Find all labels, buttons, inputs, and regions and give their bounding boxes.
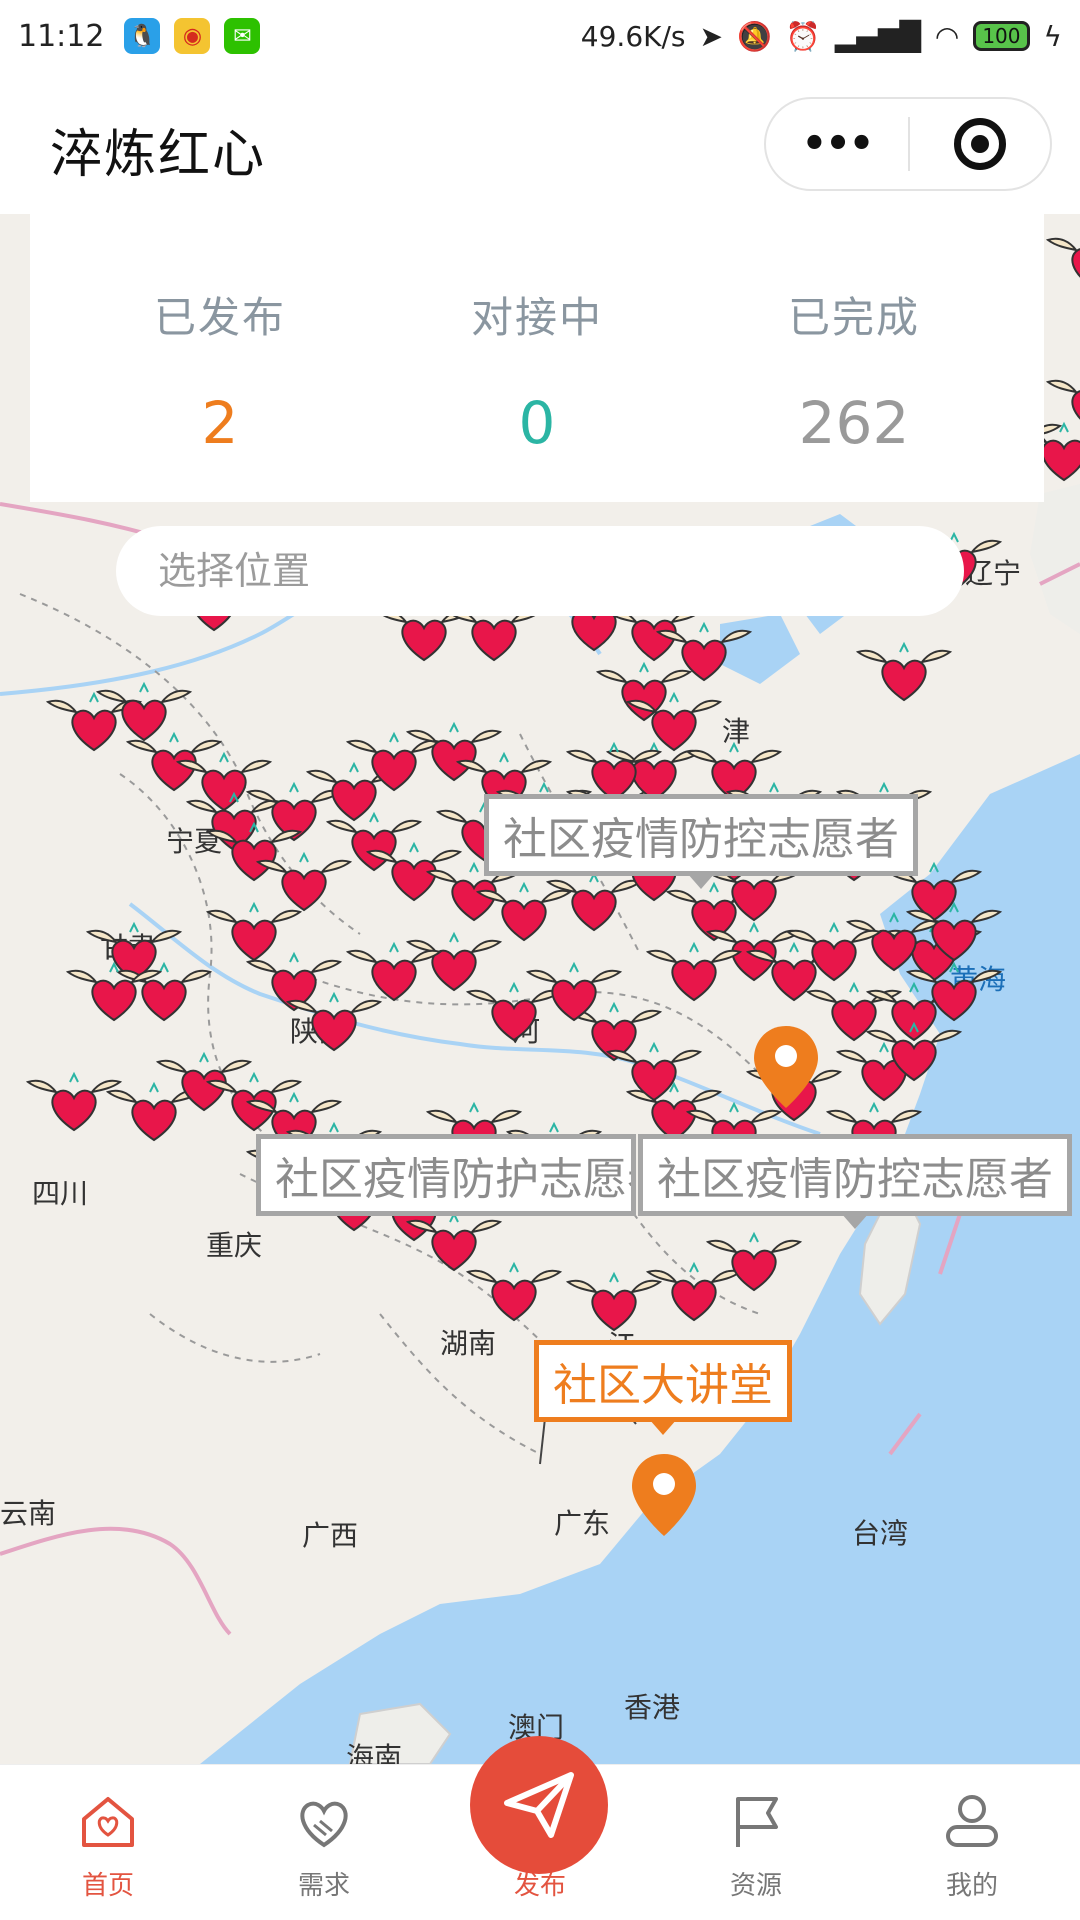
miniprogram-capsule: ••• (764, 97, 1052, 191)
flag-icon (736, 1797, 778, 1847)
status-time: 11:12 (18, 18, 105, 54)
tab-label: 资源 (729, 1871, 782, 1901)
map-callout-selected[interactable]: 社区大讲堂 (534, 1340, 792, 1435)
stat-value: 2 (201, 389, 239, 457)
winged-heart-icon[interactable] (860, 1014, 968, 1084)
stat-label: 已发布 (153, 293, 286, 342)
map-callout[interactable]: 社区疫情防控志愿者 (638, 1134, 1072, 1229)
status-bar: 11:12 🐧 ◉ ✉ 49.6K/s ➤ 🔕 ⏰ ▂▄▆█ ◠ 100 ϟ (0, 0, 1080, 72)
stat-matching[interactable]: 对接中 0 (377, 284, 697, 457)
charging-icon: ϟ (1043, 19, 1062, 53)
battery-icon: 100 (973, 21, 1030, 51)
network-speed: 49.6K/s (580, 19, 686, 53)
wifi-icon: ◠ (934, 19, 960, 53)
winged-heart-icon[interactable] (620, 684, 728, 754)
place-label: 香港 (624, 1691, 681, 1724)
map-callout[interactable]: 社区疫情防护志愿者 (256, 1134, 636, 1216)
qq-icon: 🐧 (124, 18, 161, 54)
tab-needs[interactable]: 需求 (216, 1765, 432, 1920)
tab-home[interactable]: 首页 (0, 1765, 216, 1920)
place-label: 湖南 (440, 1327, 497, 1360)
location-pin-icon[interactable] (628, 1450, 700, 1540)
stat-value: 262 (798, 389, 910, 457)
location-search[interactable] (116, 526, 964, 616)
stat-published[interactable]: 已发布 2 (60, 284, 380, 457)
place-label: 台湾 (852, 1517, 909, 1550)
winged-heart-icon[interactable] (850, 634, 958, 704)
map-callout[interactable]: 社区疫情防控志愿者 (484, 794, 918, 889)
publish-button[interactable] (470, 1736, 608, 1874)
weibo-icon: ◉ (174, 18, 211, 54)
stats-card: 已发布 2 对接中 0 已完成 262 (30, 214, 1044, 502)
close-button[interactable] (910, 118, 1050, 170)
place-label: 广西 (302, 1519, 359, 1552)
winged-heart-icon[interactable] (60, 954, 168, 1024)
stat-value: 0 (518, 389, 556, 457)
winged-heart-icon[interactable] (340, 934, 448, 1004)
title-bar: 淬炼红心 ••• (0, 72, 1080, 214)
location-pin-icon[interactable] (750, 1022, 822, 1112)
status-right: 49.6K/s ➤ 🔕 ⏰ ▂▄▆█ ◠ 100 ϟ (581, 20, 1062, 53)
tab-mine[interactable]: 我的 (864, 1765, 1080, 1920)
winged-heart-icon[interactable] (460, 1254, 568, 1324)
winged-heart-icon[interactable] (600, 1034, 708, 1104)
location-icon: ➤ (699, 19, 723, 53)
paper-plane-icon (504, 1772, 574, 1838)
close-target-icon (953, 118, 1006, 170)
winged-heart-icon[interactable] (1040, 222, 1080, 292)
page-title: 淬炼红心 (50, 125, 267, 185)
winged-heart-icon[interactable] (700, 1224, 808, 1294)
tab-label: 需求 (297, 1871, 350, 1901)
stat-label: 已完成 (787, 293, 920, 342)
tab-label: 首页 (81, 1871, 134, 1901)
home-heart-icon (82, 1797, 134, 1847)
place-label: 海南 (346, 1741, 403, 1764)
place-label: 广东 (554, 1507, 611, 1540)
mute-icon: 🔕 (737, 19, 772, 53)
stat-label: 对接中 (470, 293, 603, 342)
location-input[interactable] (158, 549, 964, 593)
wechat-icon: ✉ (224, 18, 261, 54)
stat-completed[interactable]: 已完成 262 (694, 284, 1014, 457)
tab-label: 我的 (945, 1871, 998, 1901)
alarm-icon: ⏰ (785, 19, 821, 53)
place-label: 重庆 (206, 1229, 263, 1262)
handshake-heart-icon (300, 1801, 348, 1848)
winged-heart-icon[interactable] (520, 954, 628, 1024)
place-label: 四川 (32, 1177, 89, 1210)
tab-resources[interactable]: 资源 (648, 1765, 864, 1920)
signal-icon: ▂▄▆█ (834, 19, 921, 53)
user-icon (946, 1795, 998, 1847)
winged-heart-icon[interactable] (640, 934, 748, 1004)
more-button[interactable]: ••• (766, 121, 908, 167)
place-label: 云南 (0, 1497, 57, 1530)
